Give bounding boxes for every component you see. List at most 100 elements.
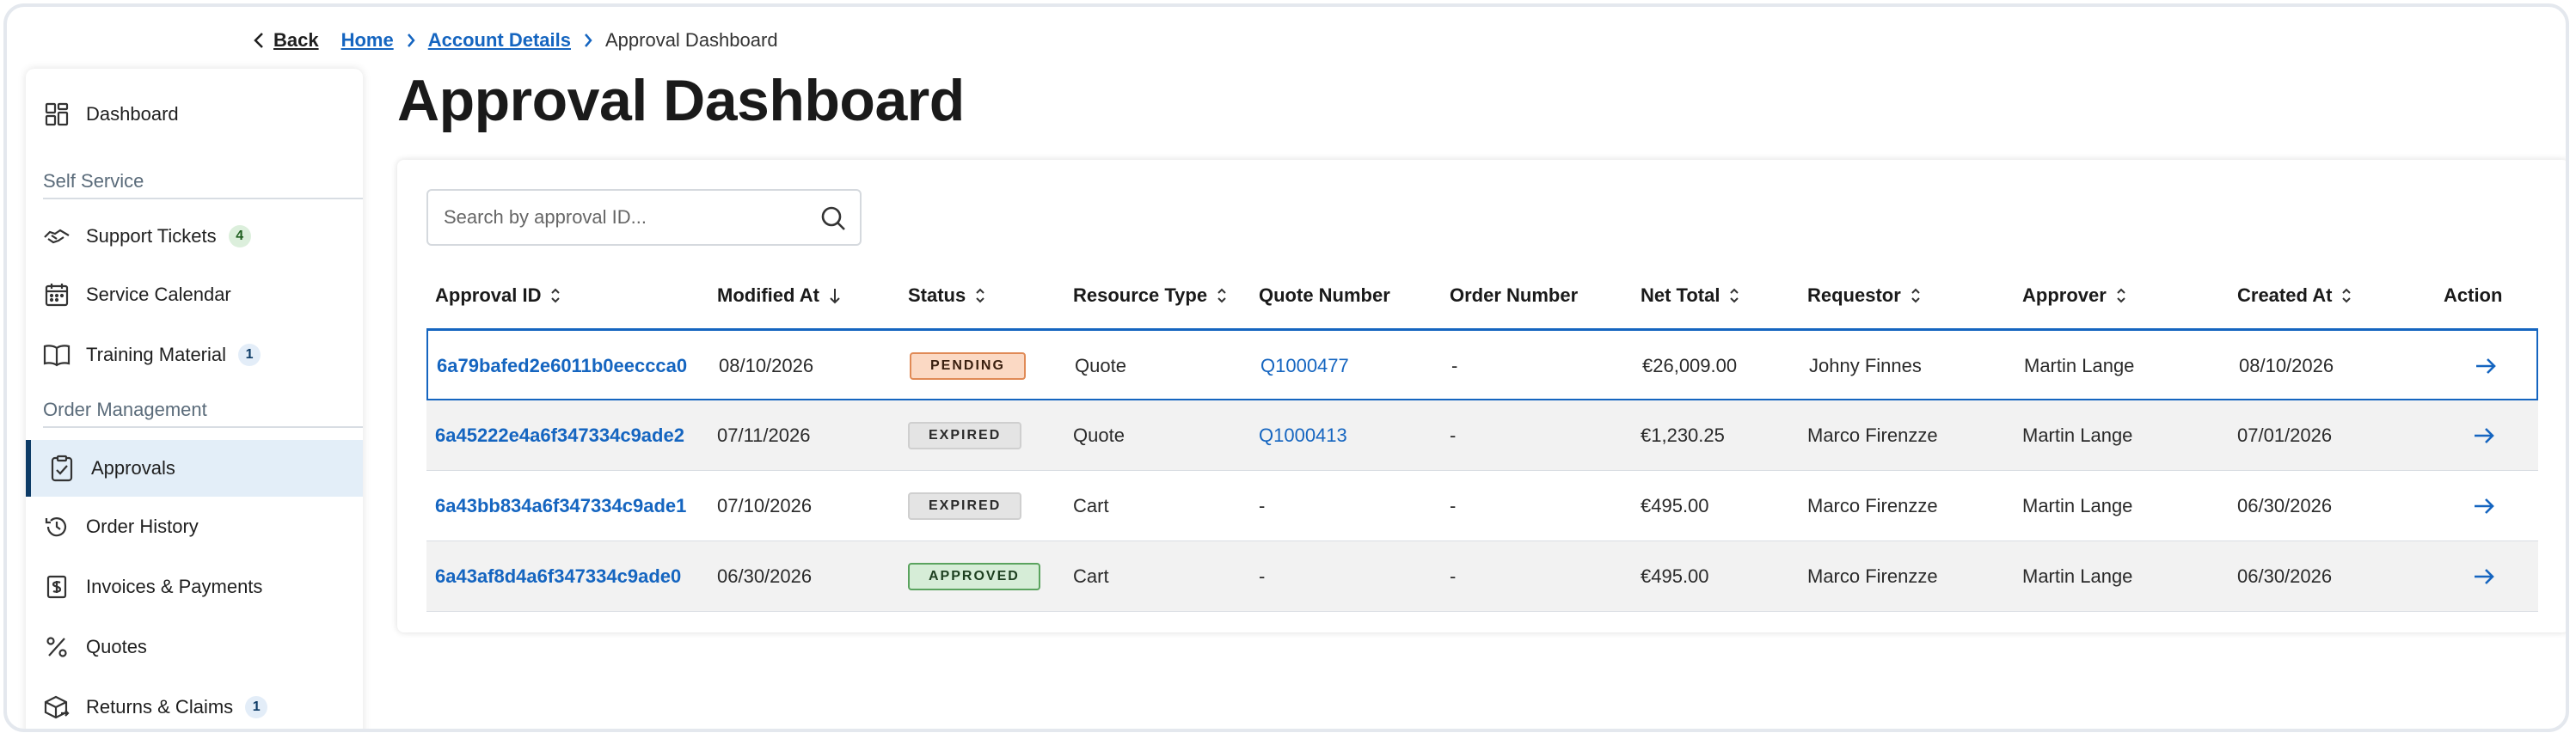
arrow-down-icon [830, 289, 840, 304]
net-total: €1,230.25 [1641, 424, 1725, 446]
resource-type: Quote [1075, 354, 1126, 376]
order-number: - [1450, 424, 1457, 446]
sidebar-item-approvals[interactable]: Approvals [26, 440, 363, 497]
column-header-created-at[interactable]: Created At [2237, 263, 2352, 328]
requestor: Marco Firenzze [1807, 424, 1938, 446]
sidebar-item-invoices-payments[interactable]: Invoices & Payments [26, 559, 363, 615]
order-number: - [1450, 494, 1457, 516]
arrow-right-icon[interactable] [2471, 400, 2497, 470]
resource-type: Cart [1073, 565, 1109, 587]
search-box [426, 189, 862, 246]
sort-icon [976, 288, 984, 303]
sidebar-item-training-material[interactable]: Training Material 1 [26, 327, 363, 383]
sort-icon [2342, 288, 2352, 303]
column-header-approval-id[interactable]: Approval ID [435, 263, 561, 328]
status-badge: PENDING [910, 351, 1026, 380]
app-window: Back Home Account Details Approval Dashb… [3, 3, 2569, 732]
search-icon[interactable] [819, 204, 848, 233]
chevron-right-icon [583, 32, 593, 49]
count-badge: 1 [245, 696, 268, 718]
column-header-status[interactable]: Status [908, 263, 986, 328]
sort-icon [1730, 288, 1739, 303]
sidebar-item-quotes[interactable]: Quotes [26, 619, 363, 675]
created-at: 06/30/2026 [2237, 494, 2333, 516]
approvals-card: Approval ID Modified At Status Resource … [397, 160, 2566, 632]
back-label: Back [273, 29, 319, 51]
breadcrumb-current: Approval Dashboard [604, 29, 778, 51]
header-label: Modified At [717, 284, 819, 306]
approval-id-link[interactable]: 6a43bb834a6f347334c9ade1 [435, 495, 686, 517]
requestor: Johny Finnes [1809, 354, 1922, 376]
section-order-management: Order Management [43, 394, 363, 428]
quote-number-link[interactable]: Q1000413 [1259, 424, 1347, 447]
column-header-order-number: Order Number [1450, 263, 1578, 328]
header-label: Resource Type [1073, 284, 1208, 306]
table-row[interactable]: 6a43bb834a6f347334c9ade1 07/10/2026 EXPI… [426, 471, 2538, 541]
section-self-service: Self Service [43, 165, 363, 199]
column-header-approver[interactable]: Approver [2022, 263, 2127, 328]
resource-type: Cart [1073, 494, 1109, 516]
column-header-modified-at[interactable]: Modified At [717, 263, 842, 328]
sidebar-item-label: Training Material [86, 344, 227, 365]
sidebar-item-order-history[interactable]: Order History [26, 498, 363, 555]
sidebar-item-service-calendar[interactable]: Service Calendar [26, 266, 363, 323]
approval-id-link[interactable]: 6a43af8d4a6f347334c9ade0 [435, 565, 681, 588]
column-header-requestor[interactable]: Requestor [1807, 263, 1922, 328]
created-at: 07/01/2026 [2237, 424, 2333, 446]
modified-at: 06/30/2026 [717, 565, 813, 587]
arrow-right-icon[interactable] [2473, 331, 2499, 400]
header-label: Approver [2022, 284, 2107, 306]
arrow-right-icon[interactable] [2471, 471, 2497, 541]
table-row[interactable]: 6a43af8d4a6f347334c9ade0 06/30/2026 APPR… [426, 541, 2538, 612]
requestor: Marco Firenzze [1807, 565, 1938, 587]
order-number: - [1451, 354, 1458, 376]
net-total: €495.00 [1641, 494, 1709, 516]
percent-icon [43, 633, 71, 661]
table-row[interactable]: 6a79bafed2e6011b0eeccca0 08/10/2026 PEND… [426, 331, 2538, 400]
sidebar-item-label: Dashboard [86, 103, 179, 125]
count-badge: 4 [228, 225, 251, 247]
order-number: - [1450, 565, 1457, 587]
sidebar-item-support-tickets[interactable]: Support Tickets 4 [26, 208, 363, 265]
table-row[interactable]: 6a45222e4a6f347334c9ade2 07/11/2026 EXPI… [426, 400, 2538, 471]
header-label: Approval ID [435, 284, 542, 306]
grid-icon [43, 101, 71, 128]
status-badge: EXPIRED [908, 421, 1022, 449]
sort-icon [551, 288, 561, 303]
approver: Martin Lange [2022, 494, 2133, 516]
page-title: Approval Dashboard [397, 68, 965, 133]
header-label: Status [908, 284, 966, 306]
approval-id-link[interactable]: 6a79bafed2e6011b0eeccca0 [437, 355, 687, 377]
sidebar-item-returns-claims[interactable]: Returns & Claims 1 [26, 679, 363, 729]
arrow-right-icon[interactable] [2471, 541, 2497, 611]
created-at: 08/10/2026 [2239, 354, 2334, 376]
breadcrumb-account-details[interactable]: Account Details [428, 29, 571, 52]
quote-number: - [1259, 494, 1266, 516]
modified-at: 08/10/2026 [719, 354, 814, 376]
search-input[interactable] [442, 205, 807, 229]
net-total: €26,009.00 [1642, 354, 1738, 376]
history-icon [43, 513, 71, 541]
modified-at: 07/11/2026 [717, 424, 811, 446]
quote-number-link[interactable]: Q1000477 [1260, 355, 1349, 377]
sidebar-item-label: Returns & Claims [86, 696, 234, 718]
approvals-table: Approval ID Modified At Status Resource … [426, 263, 2538, 612]
book-icon [43, 341, 71, 369]
sidebar-item-label: Invoices & Payments [86, 576, 263, 597]
column-header-quote-number: Quote Number [1259, 263, 1390, 328]
header-label: Order Number [1450, 284, 1579, 306]
approval-id-link[interactable]: 6a45222e4a6f347334c9ade2 [435, 424, 684, 447]
sidebar-item-label: Order History [86, 516, 199, 537]
table-header: Approval ID Modified At Status Resource … [426, 263, 2538, 331]
sidebar-item-dashboard[interactable]: Dashboard [26, 86, 363, 143]
count-badge: 1 [238, 344, 261, 366]
back-link[interactable]: Back [253, 29, 319, 52]
handshake-icon [43, 223, 71, 250]
breadcrumb-home[interactable]: Home [341, 29, 394, 52]
column-header-action: Action [2444, 263, 2502, 328]
column-header-net-total[interactable]: Net Total [1641, 263, 1740, 328]
header-label: Action [2444, 284, 2503, 306]
chevron-right-icon [406, 32, 416, 49]
column-header-resource-type[interactable]: Resource Type [1073, 263, 1228, 328]
approver: Martin Lange [2022, 565, 2133, 587]
